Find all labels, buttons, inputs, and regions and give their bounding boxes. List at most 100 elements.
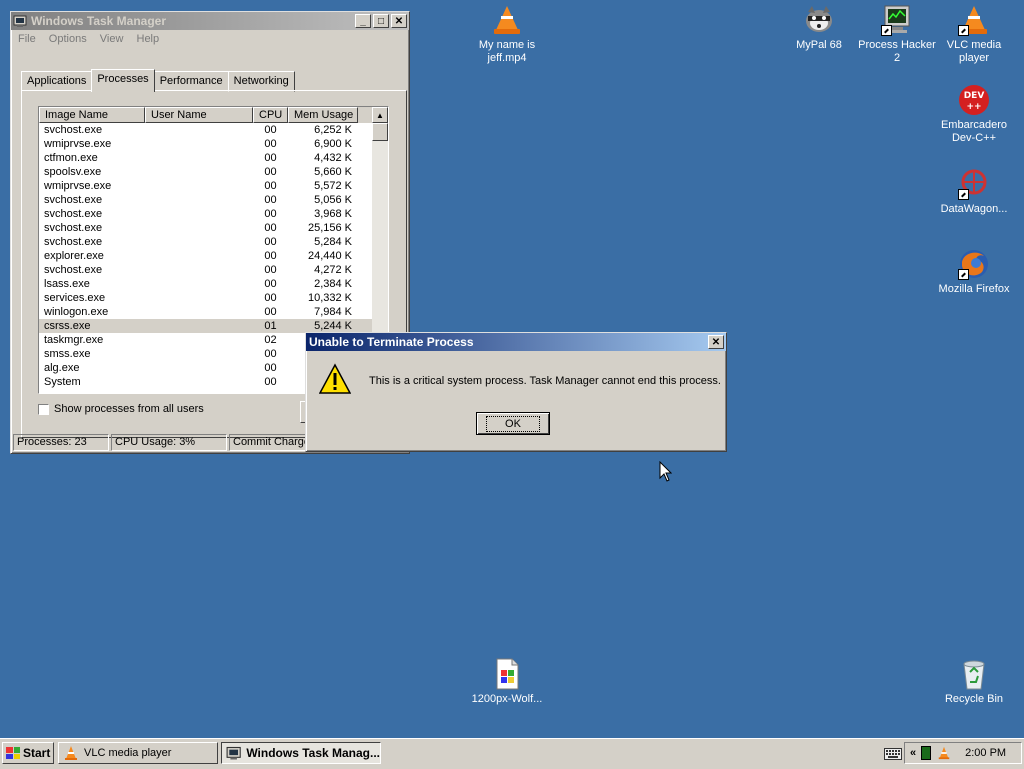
desktop-icon-jeff-mp4[interactable]: My name is jeff.mp4 xyxy=(465,4,549,65)
menu-help[interactable]: Help xyxy=(132,30,165,48)
desktop-icon-devcpp[interactable]: DEV ++ Embarcadero Dev-C++ xyxy=(932,84,1016,145)
tab-networking[interactable]: Networking xyxy=(227,71,295,92)
start-label: Start xyxy=(23,746,51,760)
table-row[interactable]: wmiprvse.exe 00 6,900 K xyxy=(39,137,388,151)
datawagon-icon xyxy=(958,168,990,200)
process-name-cell: lsass.exe xyxy=(44,278,90,290)
process-user-cell xyxy=(145,123,253,137)
svg-text:DEV: DEV xyxy=(964,91,985,101)
process-user-cell xyxy=(145,137,253,151)
desktop-icon-label: Mozilla Firefox xyxy=(938,283,1010,295)
table-row[interactable]: svchost.exe 00 6,252 K xyxy=(39,123,388,137)
process-cpu-cell: 00 xyxy=(264,292,277,304)
desktop-icon-recycle-bin[interactable]: Recycle Bin xyxy=(932,658,1016,706)
dialog-close-button[interactable]: ✕ xyxy=(708,335,724,349)
process-cpu-cell: 00 xyxy=(264,208,277,220)
tab-processes[interactable]: Processes xyxy=(91,69,155,92)
keyboard-icon[interactable] xyxy=(884,748,902,763)
process-name-cell: services.exe xyxy=(44,292,106,304)
shortcut-arrow-icon xyxy=(958,25,969,36)
desktop-icon-label: My name is jeff.mp4 xyxy=(478,39,536,64)
process-user-cell xyxy=(145,361,253,375)
desktop-icon-firefox[interactable]: Mozilla Firefox xyxy=(932,248,1016,296)
show-all-users-option[interactable]: Show processes from all users xyxy=(38,403,204,415)
ok-button[interactable]: OK xyxy=(476,412,550,435)
table-row[interactable]: svchost.exe 00 5,056 K xyxy=(39,193,388,207)
process-user-cell xyxy=(145,249,253,263)
tab-performance[interactable]: Performance xyxy=(153,71,229,92)
table-row[interactable]: csrss.exe 01 5,244 K xyxy=(39,319,388,333)
process-mem-cell: 7,984 K xyxy=(314,306,352,318)
table-row[interactable]: svchost.exe 00 3,968 K xyxy=(39,207,388,221)
status-processes: Processes: 23 xyxy=(13,434,109,451)
column-cpu[interactable]: CPU xyxy=(253,107,288,123)
desktop-icon-label: 1200px-Wolf... xyxy=(471,693,543,705)
table-row[interactable]: services.exe 00 10,332 K xyxy=(39,291,388,305)
process-user-cell xyxy=(145,291,253,305)
tab-applications[interactable]: Applications xyxy=(21,71,93,92)
taskbar-item-label: VLC media player xyxy=(84,747,172,759)
vlc-cone-icon[interactable] xyxy=(937,746,951,760)
process-mem-cell: 25,156 K xyxy=(307,222,352,234)
process-cpu-cell: 00 xyxy=(264,166,277,178)
process-cpu-cell: 00 xyxy=(264,362,277,374)
process-name-cell: smss.exe xyxy=(44,348,91,360)
clock[interactable]: 2:00 PM xyxy=(965,747,1006,759)
table-row[interactable]: ctfmon.exe 00 4,432 K xyxy=(39,151,388,165)
status-cpu-usage: CPU Usage: 3% xyxy=(111,434,227,451)
desktop-icon-wolf-image[interactable]: 1200px-Wolf... xyxy=(465,658,549,706)
vlc-cone-icon xyxy=(491,4,523,36)
menu-options[interactable]: Options xyxy=(44,30,92,48)
process-mem-cell: 5,660 K xyxy=(314,166,352,178)
process-user-cell xyxy=(145,151,253,165)
process-cpu-cell: 00 xyxy=(264,306,277,318)
process-user-cell xyxy=(145,207,253,221)
process-list-header: Image Name User Name CPU Mem Usage xyxy=(39,107,388,123)
process-user-cell xyxy=(145,305,253,319)
start-button[interactable]: Start xyxy=(2,742,54,764)
dialog-titlebar[interactable]: Unable to Terminate Process ✕ xyxy=(306,333,726,351)
task-manager-titlebar[interactable]: Windows Task Manager _ □ ✕ xyxy=(11,12,409,30)
maximize-button[interactable]: □ xyxy=(373,14,389,28)
table-row[interactable]: winlogon.exe 00 7,984 K xyxy=(39,305,388,319)
process-cpu-cell: 00 xyxy=(264,376,277,388)
column-user-name[interactable]: User Name xyxy=(145,107,253,123)
desktop-icon-mypal[interactable]: MyPal 68 xyxy=(777,4,861,52)
menu-file[interactable]: File xyxy=(13,30,41,48)
table-row[interactable]: lsass.exe 00 2,384 K xyxy=(39,277,388,291)
minimize-button[interactable]: _ xyxy=(355,14,371,28)
desktop-icon-label: DataWagon... xyxy=(940,203,1008,215)
process-user-cell xyxy=(145,347,253,361)
scroll-up-button[interactable]: ▲ xyxy=(372,107,388,123)
desktop-icon-process-hacker[interactable]: Process Hacker 2 xyxy=(855,4,939,65)
taskbar-item-task-manager[interactable]: Windows Task Manag... xyxy=(221,742,381,764)
table-row[interactable]: svchost.exe 00 25,156 K xyxy=(39,221,388,235)
table-row[interactable]: explorer.exe 00 24,440 K xyxy=(39,249,388,263)
process-name-cell: csrss.exe xyxy=(44,320,91,332)
recycle-bin-icon xyxy=(958,658,990,690)
taskbar-item-vlc[interactable]: VLC media player xyxy=(58,742,218,764)
process-cpu-cell: 00 xyxy=(264,348,277,360)
dialog-message: This is a critical system process. Task … xyxy=(369,375,721,387)
process-user-cell xyxy=(145,221,253,235)
process-cpu-cell: 00 xyxy=(264,236,277,248)
desktop-icon-label: Embarcadero Dev-C++ xyxy=(940,119,1008,144)
close-button[interactable]: ✕ xyxy=(391,14,407,28)
show-hidden-icons-icon[interactable]: « xyxy=(910,747,916,759)
process-mem-cell: 3,968 K xyxy=(314,208,352,220)
table-row[interactable]: wmiprvse.exe 00 5,572 K xyxy=(39,179,388,193)
menu-view[interactable]: View xyxy=(95,30,129,48)
table-row[interactable]: svchost.exe 00 4,272 K xyxy=(39,263,388,277)
image-file-icon xyxy=(491,658,523,690)
table-row[interactable]: svchost.exe 00 5,284 K xyxy=(39,235,388,249)
desktop-icon-vlc[interactable]: VLC media player xyxy=(932,4,1016,65)
column-mem-usage[interactable]: Mem Usage xyxy=(288,107,358,123)
scroll-thumb[interactable] xyxy=(372,123,388,141)
process-name-cell: svchost.exe xyxy=(44,124,103,136)
terminate-error-dialog: Unable to Terminate Process ✕ This is a … xyxy=(305,332,727,452)
column-image-name[interactable]: Image Name xyxy=(39,107,145,123)
table-row[interactable]: spoolsv.exe 00 5,660 K xyxy=(39,165,388,179)
show-all-users-checkbox[interactable] xyxy=(38,403,49,415)
network-monitor-icon[interactable] xyxy=(921,746,932,760)
desktop-icon-datawagon[interactable]: DataWagon... xyxy=(932,168,1016,216)
